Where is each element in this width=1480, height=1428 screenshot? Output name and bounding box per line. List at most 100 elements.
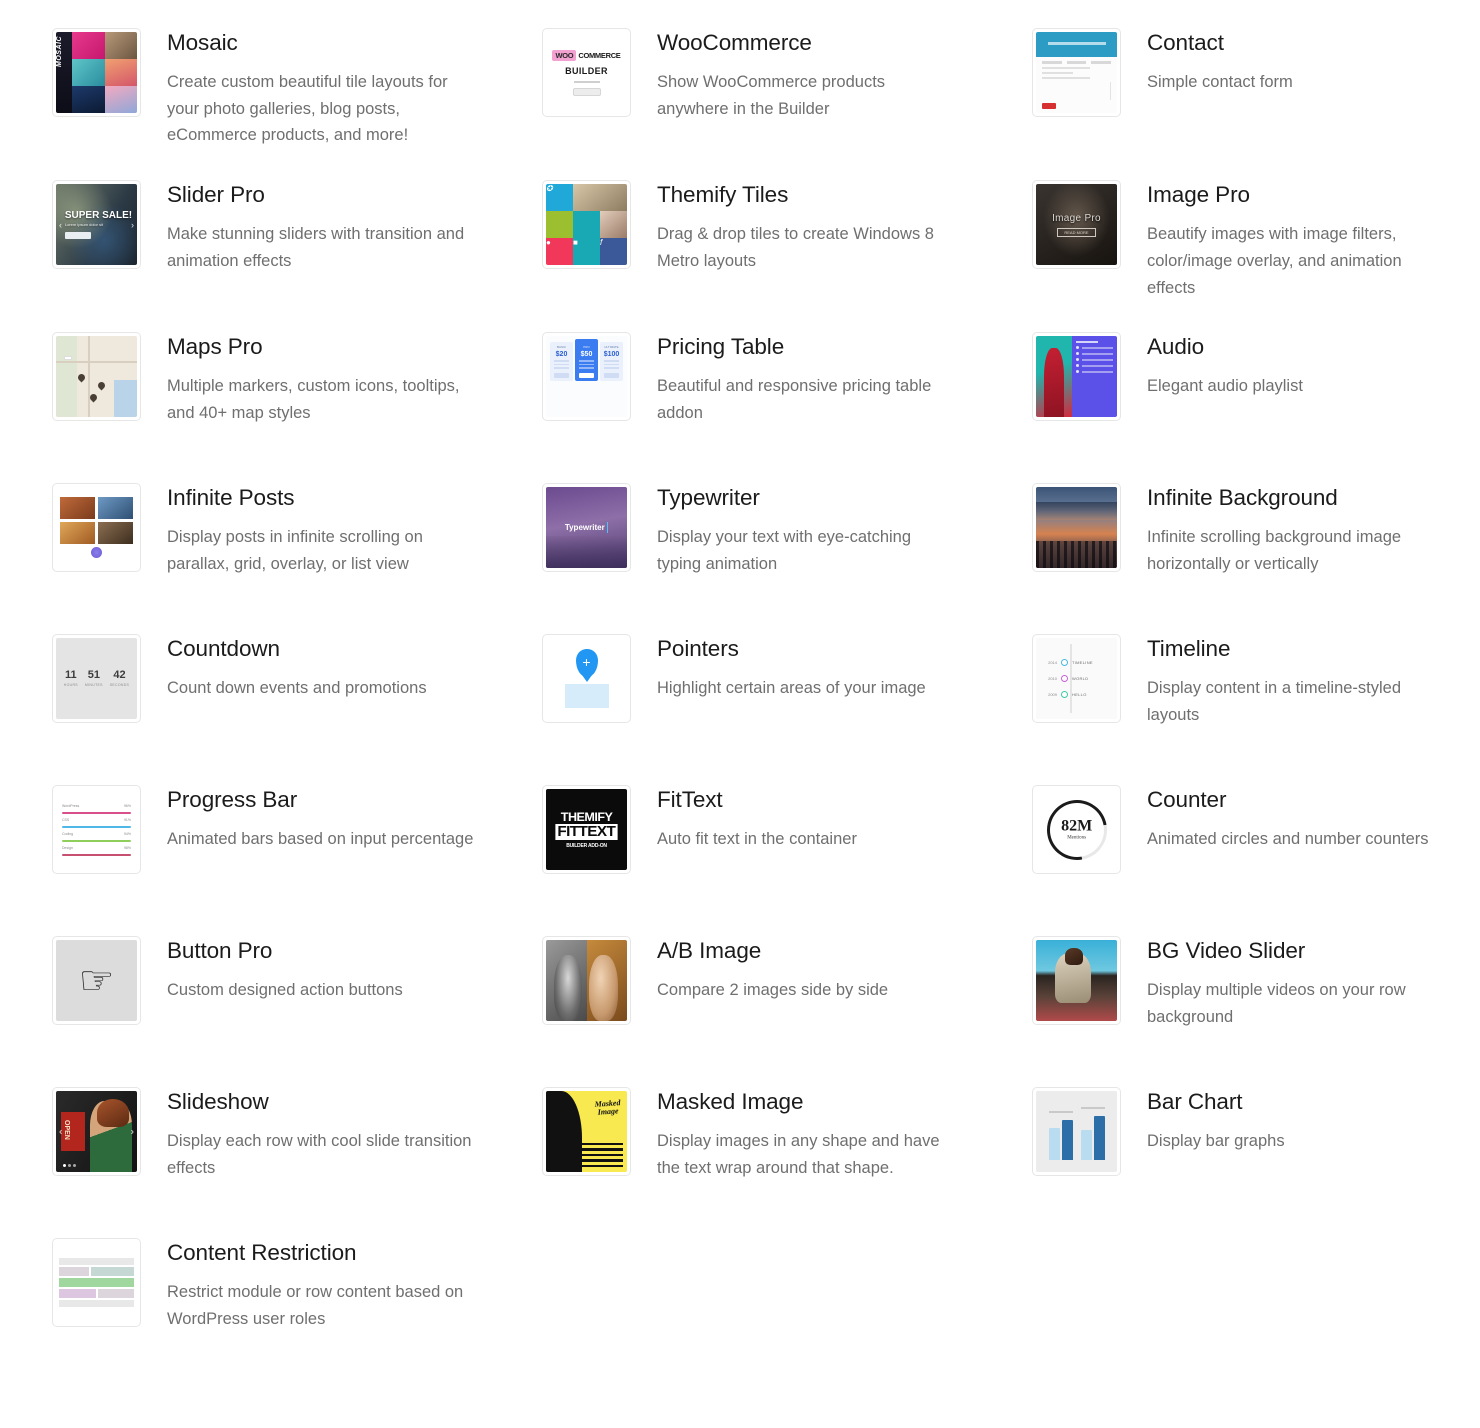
- addon-card-typewriter[interactable]: Typewriter Typewriter Display your text …: [542, 483, 1032, 603]
- addon-card-pointers[interactable]: + Pointers Highlight certain areas of yo…: [542, 634, 1032, 754]
- countdown-thumbnail[interactable]: 11 HOURS 51 MINUTES 42 SECONDS: [52, 634, 141, 724]
- addon-title: Slideshow: [167, 1089, 269, 1115]
- fittext-line-1: THEMIFY: [560, 809, 613, 824]
- typewriter-thumbnail[interactable]: Typewriter: [542, 483, 631, 573]
- slider-pro-thumbnail[interactable]: ‹ SUPER SALE! Lorem ipsum dolor sit ›: [52, 180, 141, 270]
- image-pro-thumbnail[interactable]: Image Pro READ MORE: [1032, 180, 1121, 270]
- addon-description: Animated circles and number counters: [1147, 830, 1429, 849]
- addon-card-progress-bar[interactable]: WordPress 96% CSS 91% Coding 94% Design 98% …: [52, 785, 542, 905]
- bar-chart-thumbnail[interactable]: [1032, 1087, 1121, 1177]
- countdown-label: HOURS: [63, 683, 78, 688]
- slideshow-dots: [63, 1164, 76, 1168]
- plan-price: $20: [555, 351, 568, 359]
- content-restriction-thumbnail[interactable]: [52, 1238, 141, 1328]
- masked-image-thumbnail[interactable]: Masked Image: [542, 1087, 631, 1177]
- timeline-dot-icon: [1061, 691, 1068, 699]
- timeline-year: 2010: [1048, 676, 1057, 682]
- counter-thumbnail[interactable]: 82M Mentions: [1032, 785, 1121, 875]
- addon-card-image-pro[interactable]: Image Pro READ MORE Image Pro Beautify i…: [1032, 180, 1480, 301]
- addon-description: Beautify images with image filters, colo…: [1147, 225, 1402, 297]
- addon-description: Highlight certain areas of your image: [657, 679, 926, 698]
- audio-thumbnail[interactable]: [1032, 332, 1121, 422]
- addon-title: FitText: [657, 787, 723, 813]
- addon-title: Counter: [1147, 787, 1227, 813]
- addon-title: Slider Pro: [167, 182, 265, 208]
- addon-title: Contact: [1147, 30, 1224, 55]
- addon-card-bg-video-slider[interactable]: BG Video Slider Display multiple videos …: [1032, 936, 1480, 1056]
- pin-icon: ●: [546, 238, 573, 266]
- woo-badge-label: WOO: [552, 49, 577, 61]
- addon-card-button-pro[interactable]: ☞ Button Pro Custom designed action butt…: [52, 936, 542, 1056]
- themify-tiles-thumbnail[interactable]: ✪ ● ■ f: [542, 180, 631, 270]
- addon-description: Custom designed action buttons: [167, 981, 403, 1000]
- maps-pro-thumbnail[interactable]: [52, 332, 141, 422]
- fittext-thumbnail[interactable]: THEMIFY FITTEXT BUILDER ADD-ON: [542, 785, 631, 875]
- addons-grid: Mosaic Create custom beautiful tile layo…: [0, 0, 1480, 1389]
- counter-label: Mentions: [1067, 835, 1086, 841]
- addon-card-timeline[interactable]: 2014 TIMELINE 2010 WORLD 2009 HELLO Time…: [1032, 634, 1480, 754]
- addon-title: Themify Tiles: [657, 182, 789, 208]
- mosaic-thumbnail[interactable]: [52, 28, 141, 117]
- chevron-right-icon: ›: [131, 219, 134, 230]
- timeline-label: HELLO: [1072, 692, 1087, 698]
- bar-value: 94%: [123, 831, 131, 836]
- image-pro-label: Image Pro: [1052, 212, 1101, 224]
- addon-card-counter[interactable]: 82M Mentions Counter Animated circles an…: [1032, 785, 1480, 905]
- addon-card-woocommerce[interactable]: WOO COMMERCE BUILDER WooCommerce Show Wo…: [542, 28, 1032, 149]
- addon-description: Compare 2 images side by side: [657, 981, 889, 1000]
- ab-image-thumbnail[interactable]: [542, 936, 631, 1026]
- progress-bar-thumbnail[interactable]: WordPress 96% CSS 91% Coding 94% Design 98%: [52, 785, 141, 875]
- plan-price: $50: [580, 351, 593, 359]
- plan-price: $100: [603, 351, 620, 359]
- twitter-icon: ✪: [546, 184, 573, 212]
- pointers-thumbnail[interactable]: +: [542, 634, 631, 724]
- addon-title: Infinite Posts: [167, 485, 295, 511]
- timeline-thumbnail[interactable]: 2014 TIMELINE 2010 WORLD 2009 HELLO: [1032, 634, 1121, 724]
- addon-title: WooCommerce: [657, 30, 812, 55]
- addon-card-themify-tiles[interactable]: ✪ ● ■ f Themify Tiles Drag & drop tiles …: [542, 180, 1032, 301]
- media-icon: ■: [573, 238, 600, 266]
- addon-card-pricing-table[interactable]: BASIC $20 PRO $50 ULTIMATE $100 Pricing …: [542, 332, 1032, 452]
- addon-card-ab-image[interactable]: A/B Image Compare 2 images side by side: [542, 936, 1032, 1056]
- addon-card-contact[interactable]: Contact Simple contact form: [1032, 28, 1480, 149]
- countdown-value: 51: [87, 669, 100, 682]
- addon-card-fittext[interactable]: THEMIFY FITTEXT BUILDER ADD-ON FitText A…: [542, 785, 1032, 905]
- addon-title: Content Restriction: [167, 1240, 357, 1266]
- addon-card-slideshow[interactable]: ‹ › Slideshow Display each row with cool…: [52, 1087, 542, 1207]
- addon-description: Drag & drop tiles to create Windows 8 Me…: [657, 225, 934, 270]
- addon-description: Auto fit text in the container: [657, 830, 857, 849]
- map-marker-icon: [96, 380, 107, 391]
- addon-card-mosaic[interactable]: Mosaic Create custom beautiful tile layo…: [52, 28, 542, 149]
- addon-card-audio[interactable]: Audio Elegant audio playlist: [1032, 332, 1480, 452]
- bar-value: 91%: [123, 817, 131, 822]
- addon-card-bar-chart[interactable]: Bar Chart Display bar graphs: [1032, 1087, 1480, 1207]
- button-pro-thumbnail[interactable]: ☞: [52, 936, 141, 1026]
- pointing-hand-icon: ☞: [78, 958, 115, 1003]
- pricing-table-thumbnail[interactable]: BASIC $20 PRO $50 ULTIMATE $100: [542, 332, 631, 422]
- addon-card-countdown[interactable]: 11 HOURS 51 MINUTES 42 SECONDS Countdown…: [52, 634, 542, 754]
- fittext-line-2: FITTEXT: [555, 824, 618, 840]
- addon-card-masked-image[interactable]: Masked Image Masked Image Display images…: [542, 1087, 1032, 1207]
- slideshow-thumbnail[interactable]: ‹ ›: [52, 1087, 141, 1177]
- addon-card-infinite-background[interactable]: Infinite Background Infinite scrolling b…: [1032, 483, 1480, 603]
- addon-card-infinite-posts[interactable]: Infinite Posts Display posts in infinite…: [52, 483, 542, 603]
- infinite-background-thumbnail[interactable]: [1032, 483, 1121, 573]
- infinite-posts-thumbnail[interactable]: [52, 483, 141, 573]
- countdown-value: 11: [65, 669, 77, 682]
- bg-video-slider-thumbnail[interactable]: [1032, 936, 1121, 1026]
- addon-title: Image Pro: [1147, 182, 1250, 208]
- contact-thumbnail[interactable]: [1032, 28, 1121, 117]
- addon-card-maps-pro[interactable]: Maps Pro Multiple markers, custom icons,…: [52, 332, 542, 452]
- addon-description: Simple contact form: [1147, 73, 1293, 91]
- addon-card-content-restriction[interactable]: Content Restriction Restrict module or r…: [52, 1238, 542, 1358]
- image-pro-button: READ MORE: [1057, 227, 1096, 237]
- addon-description: Display your text with eye-catching typi…: [657, 528, 912, 574]
- addon-description: Display multiple videos on your row back…: [1147, 981, 1406, 1027]
- addon-card-slider-pro[interactable]: ‹ SUPER SALE! Lorem ipsum dolor sit › Sl…: [52, 180, 542, 301]
- plan-name: BASIC: [556, 345, 566, 350]
- addon-title: Button Pro: [167, 938, 273, 964]
- woocommerce-thumbnail[interactable]: WOO COMMERCE BUILDER: [542, 28, 631, 117]
- woo-word-label: COMMERCE: [578, 50, 621, 60]
- timeline-label: TIMELINE: [1072, 660, 1093, 666]
- addon-description: Show WooCommerce products anywhere in th…: [657, 73, 886, 118]
